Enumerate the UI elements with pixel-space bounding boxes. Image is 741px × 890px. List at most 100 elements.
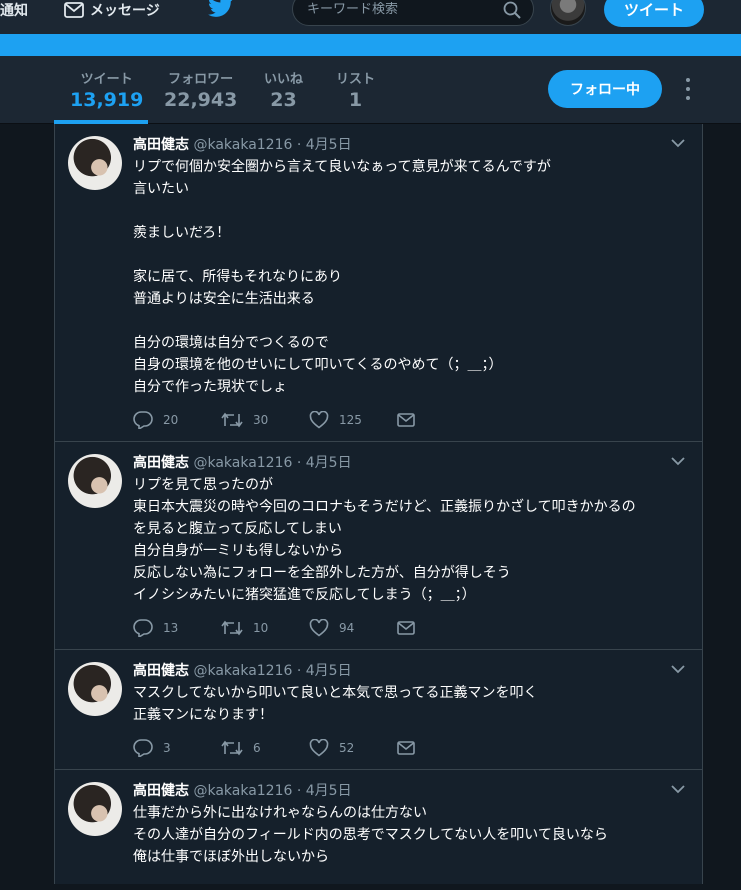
tweet-author-avatar[interactable] — [68, 782, 122, 836]
tweet-author-name[interactable]: 高田健志 — [133, 783, 189, 799]
tweet[interactable]: 高田健志 @kakaka1216 · 4月5日 仕事だから外に出なけれゃならんの… — [55, 770, 702, 890]
stat-followers-value: 22,943 — [164, 89, 238, 111]
retweet-button[interactable]: 6 — [221, 740, 309, 756]
tweet-author-avatar[interactable] — [68, 454, 122, 508]
reply-button[interactable]: 3 — [133, 739, 221, 757]
tweet-line — [133, 310, 693, 332]
following-button[interactable]: フォロー中 — [548, 70, 662, 108]
stat-followers[interactable]: フォロワー 22,943 — [164, 68, 237, 111]
like-button[interactable]: 94 — [309, 619, 397, 637]
tweet-author-handle[interactable]: @kakaka1216 — [193, 783, 292, 799]
retweet-button[interactable]: 10 — [221, 620, 309, 636]
tweet-line: 東日本大震災の時や今回のコロナもそうだけど、正義振りかざして叩きかかるの — [133, 499, 636, 515]
chevron-down-icon[interactable] — [671, 456, 685, 466]
more-options-icon[interactable] — [680, 78, 696, 100]
tweet-line: その人達が自分のフィールド内の思考でマスクしてない人を叩いて良いなら — [133, 827, 608, 843]
tweet-line — [133, 200, 693, 222]
reply-icon — [133, 739, 153, 757]
retweet-button[interactable]: 30 — [221, 412, 309, 428]
tweet-line: 言いたい — [133, 181, 189, 197]
tweet-date[interactable]: · 4月5日 — [297, 455, 352, 471]
stat-lists-value: 1 — [348, 89, 363, 111]
tweet-author-handle[interactable]: @kakaka1216 — [193, 137, 292, 153]
tweet-line: マスクしてないから叩いて良いと本気で思ってる正義マンを叩く — [133, 685, 538, 701]
tweet-button[interactable]: ツイート — [604, 0, 704, 27]
tweet-line: 俺は仕事でほぼ外出しないから — [133, 849, 329, 865]
direct-message-button[interactable] — [397, 413, 425, 427]
tweet-line: 家に居て、所得もそれなりにあり — [133, 269, 343, 285]
tweet-line: 羨ましいだろ！ — [133, 225, 231, 241]
like-count: 52 — [339, 741, 355, 755]
tweet-line: 自分で作った現状でしょ — [133, 379, 287, 395]
tweet-line: 正義マンになります！ — [133, 707, 273, 723]
retweet-icon — [221, 740, 243, 756]
direct-message-button[interactable] — [397, 741, 425, 755]
reply-count: 20 — [163, 413, 179, 427]
search-icon[interactable] — [503, 1, 521, 19]
chevron-down-icon[interactable] — [671, 664, 685, 674]
tweet-date[interactable]: · 4月5日 — [297, 783, 352, 799]
top-navigation-bar: 通知 メッセージ ツイート — [0, 0, 741, 34]
tweet-author-handle[interactable]: @kakaka1216 — [193, 455, 292, 471]
stat-lists[interactable]: リスト 1 — [336, 68, 375, 111]
retweet-count: 30 — [253, 413, 269, 427]
nav-notifications-label: 通知 — [0, 3, 28, 19]
tweet-author-avatar[interactable] — [68, 662, 122, 716]
tweet-line: イノシシみたいに猪突猛進で反応してしまう（；＿；） — [133, 587, 476, 603]
tweet-line: 自分の環境は自分でつくるので — [133, 335, 329, 351]
like-count: 125 — [339, 413, 362, 427]
reply-icon — [133, 619, 153, 637]
tweet-date[interactable]: · 4月5日 — [297, 137, 352, 153]
tweet-author-name[interactable]: 高田健志 — [133, 137, 189, 153]
reply-button[interactable]: 20 — [133, 411, 221, 429]
direct-message-button[interactable] — [397, 621, 425, 635]
reply-count: 3 — [163, 741, 171, 755]
tweet-timeline: 高田健志 @kakaka1216 · 4月5日 リプで何個か安全圏から言えて良い… — [54, 124, 703, 884]
tweet[interactable]: 高田健志 @kakaka1216 · 4月5日 リプで何個か安全圏から言えて良い… — [55, 124, 702, 442]
tweet-actions: 3 6 52 — [133, 738, 425, 758]
chevron-down-icon[interactable] — [671, 784, 685, 794]
like-button[interactable]: 52 — [309, 739, 397, 757]
tweet-text: 仕事だから外に出なけれゃならんのは仕方ない その人達が自分のフィールド内の思考で… — [133, 802, 693, 868]
like-count: 94 — [339, 621, 355, 635]
tweet[interactable]: 高田健志 @kakaka1216 · 4月5日 リプを見て思ったのが 東日本大震… — [55, 442, 702, 650]
stat-tweets[interactable]: ツイート 13,919 — [70, 68, 143, 111]
envelope-icon — [397, 741, 415, 755]
reply-count: 13 — [163, 621, 179, 635]
tweet-author-handle[interactable]: @kakaka1216 — [193, 663, 292, 679]
tweet-author-name[interactable]: 高田健志 — [133, 455, 189, 471]
search-box[interactable] — [292, 0, 534, 26]
tweet-author-avatar[interactable] — [68, 136, 122, 190]
nav-messages[interactable]: メッセージ — [64, 0, 160, 20]
tweet-text: リプを見て思ったのが 東日本大震災の時や今回のコロナもそうだけど、正義振りかざし… — [133, 474, 693, 606]
stat-likes[interactable]: いいね 23 — [264, 68, 303, 111]
search-input[interactable] — [307, 1, 497, 17]
envelope-icon — [397, 413, 415, 427]
tweet-line: 普通よりは安全に生活出来る — [133, 291, 315, 307]
tweet-date[interactable]: · 4月5日 — [297, 663, 352, 679]
nav-messages-label: メッセージ — [90, 3, 160, 19]
user-avatar[interactable] — [550, 0, 586, 26]
nav-notifications[interactable]: 通知 — [0, 0, 28, 20]
tweet[interactable]: 高田健志 @kakaka1216 · 4月5日 マスクしてないから叩いて良いと本… — [55, 650, 702, 770]
like-button[interactable]: 125 — [309, 411, 397, 429]
stat-lists-label: リスト — [336, 72, 376, 87]
tweet-actions: 13 10 94 — [133, 618, 425, 638]
tweet-author-name[interactable]: 高田健志 — [133, 663, 189, 679]
retweet-icon — [221, 620, 243, 636]
tweet-text: マスクしてないから叩いて良いと本気で思ってる正義マンを叩く 正義マンになります！ — [133, 682, 693, 726]
twitter-bird-icon[interactable] — [207, 0, 234, 22]
profile-header-banner — [0, 34, 741, 56]
retweet-icon — [221, 412, 243, 428]
tweet-line: リプを見て思ったのが — [133, 477, 273, 493]
chevron-down-icon[interactable] — [671, 138, 685, 148]
tweet-header: 高田健志 @kakaka1216 · 4月5日 — [133, 134, 352, 154]
tweet-line: リプで何個か安全圏から言えて良いなぁって意見が来てるんですが — [133, 159, 551, 175]
tweet-line: 仕事だから外に出なけれゃならんのは仕方ない — [133, 805, 427, 821]
tweet-header: 高田健志 @kakaka1216 · 4月5日 — [133, 452, 352, 472]
tweet-header: 高田健志 @kakaka1216 · 4月5日 — [133, 780, 352, 800]
reply-button[interactable]: 13 — [133, 619, 221, 637]
profile-navigation: ツイート 13,919 フォロワー 22,943 いいね 23 リスト 1 フォ… — [0, 56, 741, 124]
tweet-line: 反応しない為にフォローを全部外した方が、自分が得しそう — [133, 565, 511, 581]
tweet-line: を見ると腹立って反応してしまい — [133, 521, 342, 537]
